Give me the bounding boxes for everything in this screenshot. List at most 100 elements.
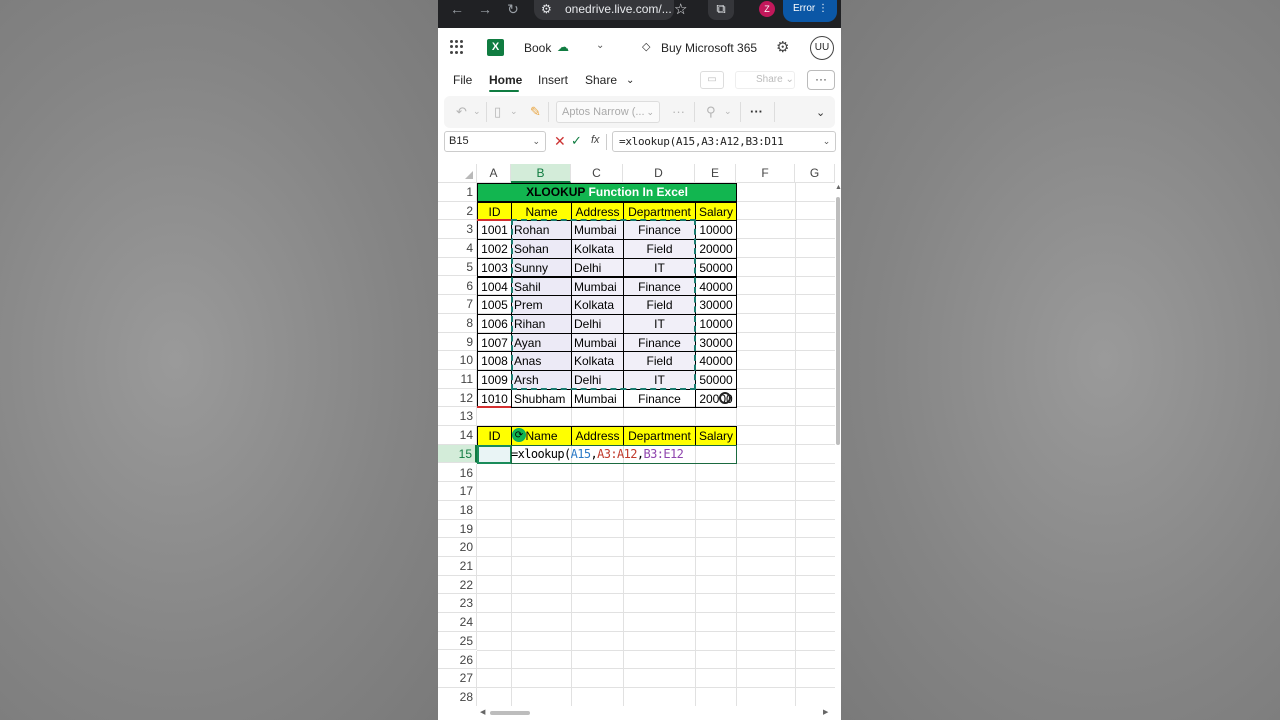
table-cell[interactable]: 30000 xyxy=(695,332,737,353)
row-header-21[interactable]: 21 xyxy=(438,557,477,576)
row-header-23[interactable]: 23 xyxy=(438,594,477,614)
scroll-right-arrow-icon[interactable]: ▶ xyxy=(823,708,828,716)
table-cell[interactable]: 40000 xyxy=(695,351,737,371)
row-header-6[interactable]: 6 xyxy=(438,276,477,296)
extensions-puzzle-icon[interactable]: ⧉ xyxy=(708,0,734,20)
formula-input[interactable]: =xlookup(A15,A3:A12,B3:D11 ⌄ xyxy=(612,131,836,152)
name-box[interactable]: B15 ⌄ xyxy=(444,131,546,152)
column-header-b[interactable]: B xyxy=(511,164,571,183)
chevron-down-icon[interactable]: ⌄ xyxy=(823,132,831,151)
row-header-9[interactable]: 9 xyxy=(438,332,477,352)
row-header-27[interactable]: 27 xyxy=(438,669,477,688)
table-cell[interactable]: 40000 xyxy=(695,276,737,297)
row-header-19[interactable]: 19 xyxy=(438,519,477,539)
more-commands-icon[interactable]: ··· xyxy=(750,104,763,119)
table-cell[interactable]: Shubham xyxy=(511,388,572,409)
row-header-28[interactable]: 28 xyxy=(438,687,477,706)
row-header-7[interactable]: 7 xyxy=(438,295,477,314)
table-cell[interactable]: 1004 xyxy=(477,276,512,297)
table-cell[interactable]: 1003 xyxy=(477,257,512,278)
row-header-2[interactable]: 2 xyxy=(438,201,477,221)
chevron-down-icon[interactable]: ⌄ xyxy=(596,40,604,51)
row-header-3[interactable]: 3 xyxy=(438,220,477,240)
format-painter-icon[interactable]: ✎ xyxy=(530,104,541,120)
table-cell[interactable]: Finance xyxy=(623,388,696,409)
table-cell[interactable]: 50000 xyxy=(695,370,737,390)
active-cell-a15[interactable] xyxy=(477,444,512,465)
table-cell[interactable]: Mumbai xyxy=(571,388,624,409)
row-header-24[interactable]: 24 xyxy=(438,613,477,632)
select-all-corner[interactable] xyxy=(438,164,477,183)
column-header-d[interactable]: D xyxy=(623,164,695,183)
scroll-left-arrow-icon[interactable]: ◀ xyxy=(480,708,485,716)
expand-ribbon-icon[interactable]: ⌄ xyxy=(816,106,825,119)
table-cell[interactable]: 1001 xyxy=(477,220,512,241)
tab-share[interactable]: Share xyxy=(585,73,617,87)
table-cell[interactable]: 10000 xyxy=(695,313,737,334)
row-header-17[interactable]: 17 xyxy=(438,482,477,501)
vertical-scroll-thumb[interactable] xyxy=(836,197,840,445)
confirm-entry-icon[interactable]: ✓ xyxy=(571,133,582,149)
column-header-g[interactable]: G xyxy=(795,164,835,183)
bookmark-star-icon[interactable]: ☆ xyxy=(674,0,687,18)
app-launcher-icon[interactable] xyxy=(450,40,464,54)
table-cell[interactable]: 1008 xyxy=(477,351,512,371)
tab-file[interactable]: File xyxy=(453,73,472,87)
profile-avatar[interactable]: Z xyxy=(759,1,775,17)
row-header-22[interactable]: 22 xyxy=(438,575,477,595)
table-cell[interactable]: 1009 xyxy=(477,370,512,390)
row-header-1[interactable]: 1 xyxy=(438,183,477,202)
table-cell[interactable]: 1002 xyxy=(477,239,512,259)
row-header-11[interactable]: 11 xyxy=(438,370,477,389)
column-header-c[interactable]: C xyxy=(571,164,623,183)
reload-icon[interactable]: ↻ xyxy=(504,0,522,18)
buy-microsoft-365-link[interactable]: Buy Microsoft 365 xyxy=(661,41,757,55)
row-header-8[interactable]: 8 xyxy=(438,313,477,333)
lookup-header-id[interactable]: ID xyxy=(477,426,512,446)
title-banner[interactable]: XLOOKUP Function In Excel xyxy=(477,183,737,202)
tab-home[interactable]: Home xyxy=(489,73,522,87)
row-header-25[interactable]: 25 xyxy=(438,631,477,651)
format-styles-icon[interactable]: ⚲ xyxy=(706,104,716,120)
user-avatar[interactable]: UU xyxy=(810,36,834,60)
lookup-header-salary[interactable]: Salary xyxy=(695,426,737,446)
row-header-4[interactable]: 4 xyxy=(438,239,477,258)
site-settings-icon[interactable]: ⚙ xyxy=(541,2,555,16)
more-font-options-icon[interactable]: ··· xyxy=(672,104,685,119)
table-cell[interactable]: 10000 xyxy=(695,220,737,241)
insert-function-icon[interactable]: fx xyxy=(591,134,600,146)
row-header-16[interactable]: 16 xyxy=(438,463,477,483)
undo-icon[interactable]: ↶ xyxy=(456,104,467,120)
back-arrow-icon[interactable]: ← xyxy=(448,0,466,18)
lookup-header-department[interactable]: Department xyxy=(623,426,696,446)
horizontal-scroll-thumb[interactable] xyxy=(490,711,530,715)
chevron-down-icon[interactable]: ⌄ xyxy=(626,75,634,86)
row-header-5[interactable]: 5 xyxy=(438,257,477,277)
workbook-title[interactable]: Book xyxy=(524,41,551,55)
row-header-14[interactable]: 14 xyxy=(438,426,477,445)
row-header-10[interactable]: 10 xyxy=(438,351,477,370)
share-button[interactable]: Share ⌄ xyxy=(735,71,795,89)
table-cell[interactable]: 1005 xyxy=(477,295,512,315)
font-name-select[interactable]: Aptos Narrow (... ⌄ xyxy=(556,101,660,123)
scroll-up-arrow-icon[interactable]: ▲ xyxy=(835,184,841,191)
lookup-header-address[interactable]: Address xyxy=(571,426,624,446)
column-header-a[interactable]: A xyxy=(477,164,511,183)
column-header-e[interactable]: E xyxy=(695,164,736,183)
spreadsheet-grid[interactable]: ABCDEFG 1 2 3 4 5 6 7 8 9 10 11 12 13 14 15 16 17 18 19 20 2… xyxy=(438,164,835,706)
table-cell[interactable]: 1006 xyxy=(477,313,512,334)
table-cell[interactable]: 50000 xyxy=(695,257,737,278)
chevron-down-icon[interactable]: ⌄ xyxy=(532,132,540,151)
cancel-entry-icon[interactable]: ✕ xyxy=(554,133,566,150)
table-cell[interactable]: 1007 xyxy=(477,332,512,353)
table-cell[interactable]: 30000 xyxy=(695,295,737,315)
row-header-26[interactable]: 26 xyxy=(438,650,477,670)
row-header-20[interactable]: 20 xyxy=(438,538,477,557)
row-header-15[interactable]: 15 xyxy=(438,444,477,464)
row-header-12[interactable]: 12 xyxy=(438,388,477,408)
row-header-18[interactable]: 18 xyxy=(438,500,477,520)
table-cell[interactable]: 20000 xyxy=(695,239,737,259)
more-options-icon[interactable]: ··· xyxy=(807,70,835,90)
clipboard-icon[interactable]: ▯ xyxy=(494,104,501,120)
horizontal-scrollbar[interactable] xyxy=(477,706,835,720)
